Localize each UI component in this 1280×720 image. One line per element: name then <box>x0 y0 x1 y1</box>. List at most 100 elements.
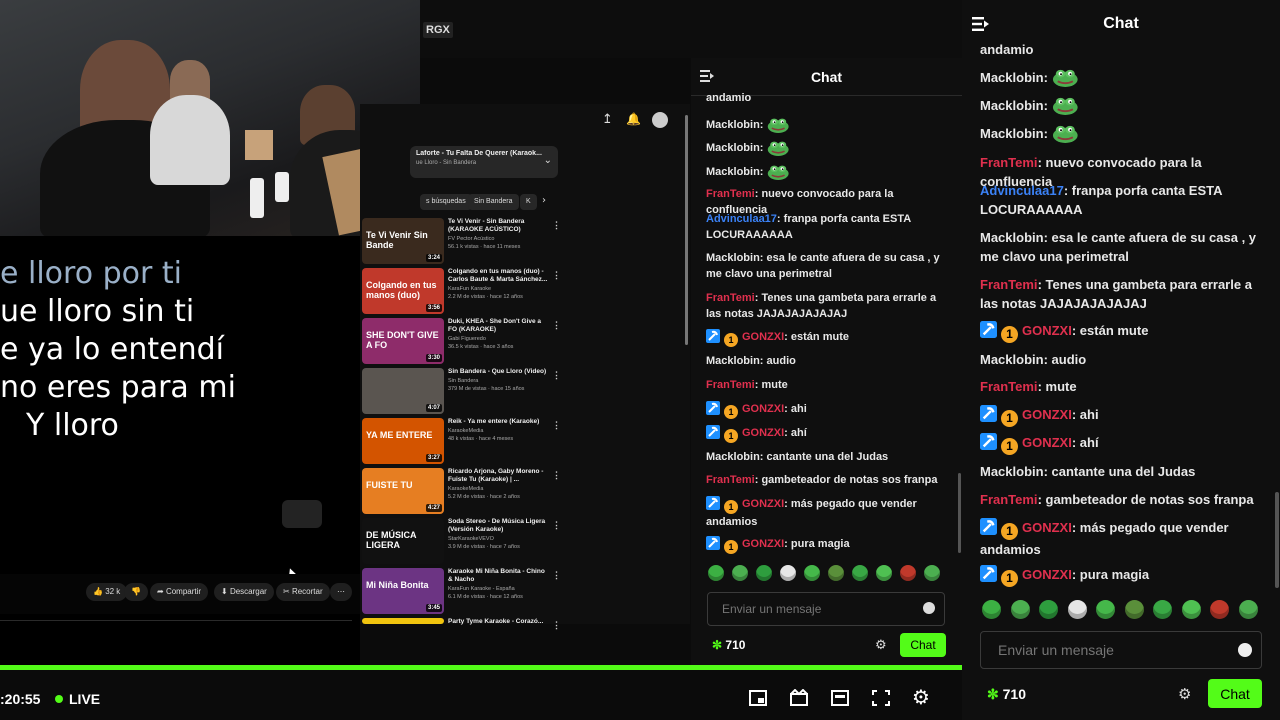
more-options-icon[interactable]: ⋮ <box>552 570 561 581</box>
emoji-picker-icon[interactable] <box>1238 643 1252 657</box>
video-channel[interactable]: KaraFun Karaoke - España <box>448 586 548 592</box>
clip-icon[interactable] <box>789 689 809 707</box>
chat-username[interactable]: GONZXI <box>742 538 784 550</box>
theater-mode-icon[interactable] <box>830 689 850 707</box>
frog-angry-emote[interactable] <box>1124 600 1144 619</box>
frog-sparkle-emote[interactable] <box>1153 600 1172 619</box>
chat-username[interactable]: Macklobin <box>706 142 760 154</box>
chat-username[interactable]: FranTemi <box>980 379 1038 394</box>
video-list-item[interactable]: FUISTE TU 4:27 Ricardo Arjona, Gaby Moreno… <box>362 468 562 514</box>
channel-points[interactable]: ✼ 710 <box>712 638 745 652</box>
video-list-item[interactable]: YA ME ENTERE 3:27 Reik - Ya me entere (Kar… <box>362 418 562 464</box>
video-thumbnail[interactable] <box>362 618 444 624</box>
frog-grin-emote[interactable] <box>982 600 1001 619</box>
chat-username[interactable]: Macklobin <box>980 70 1044 85</box>
chat-username[interactable]: Macklobin <box>980 98 1044 113</box>
video-list-item[interactable]: DE MÚSICA LIGERA Soda Stereo - De Música … <box>362 518 562 564</box>
frog-smile-emote[interactable] <box>1010 600 1030 619</box>
chat-username[interactable]: GONZXI <box>1022 323 1072 338</box>
frog-cube-emote[interactable] <box>804 565 820 581</box>
video-title[interactable]: Party Tyme Karaoke - Corazó... <box>448 618 548 626</box>
video-list-item[interactable]: 4:07 Sin Bandera - Que Lloro (Video) Sin B… <box>362 368 562 414</box>
video-channel[interactable]: StarKaraokeVEVO <box>448 536 548 542</box>
video-title[interactable]: Soda Stereo - De Música Ligera (Versión … <box>448 518 548 534</box>
chip[interactable]: K <box>520 194 537 210</box>
upload-icon[interactable]: ↥ <box>602 112 613 127</box>
avatar[interactable] <box>652 112 668 128</box>
chat-username[interactable]: FranTemi <box>706 474 755 486</box>
frog-clown-emote[interactable] <box>1067 600 1087 619</box>
frog-clown-emote[interactable] <box>780 565 796 581</box>
frog-hat-emote[interactable] <box>900 565 916 581</box>
chat-input-box[interactable] <box>707 592 945 626</box>
video-thumbnail[interactable]: Te Vi Venir Sin Bande 3:24 <box>362 218 444 264</box>
frog-happy-emote[interactable] <box>1039 600 1058 619</box>
send-chat-button[interactable]: Chat <box>900 633 946 657</box>
video-title[interactable]: Sin Bandera - Que Lloro (Video) <box>448 368 548 376</box>
chat-username[interactable]: Advinculaa17 <box>706 213 777 225</box>
frog-hug-emote[interactable] <box>876 565 892 581</box>
chat-username[interactable]: Macklobin <box>706 355 760 367</box>
video-channel[interactable]: FV Pector Acústico <box>448 236 548 242</box>
more-options-icon[interactable]: ⋮ <box>552 370 561 381</box>
video-title[interactable]: Karaoke Mi Niña Bonita - Chino & Nacho <box>448 568 548 584</box>
frog-hug-emote[interactable] <box>1181 600 1201 619</box>
scrollbar[interactable] <box>1275 492 1279 588</box>
chevron-down-icon[interactable]: ⌄ <box>544 155 552 166</box>
video-title[interactable]: Colgando en tus manos (duo) - Carlos Bau… <box>448 268 548 284</box>
chat-username[interactable]: FranTemi <box>706 379 755 391</box>
chat-username[interactable]: FranTemi <box>980 277 1038 292</box>
video-thumbnail[interactable]: Colgando en tus manos (duo) 3:56 <box>362 268 444 314</box>
frog-hat-emote[interactable] <box>1210 600 1229 619</box>
frog-smirk-emote[interactable] <box>924 565 940 581</box>
playlist-header[interactable]: Laforte - Tu Falta De Querer (Karaok... … <box>410 146 558 178</box>
share-button[interactable]: ➦ Compartir <box>150 583 209 601</box>
fullscreen-icon[interactable] <box>871 689 891 707</box>
chat-input[interactable] <box>998 642 1218 658</box>
chat-username[interactable]: Macklobin <box>980 230 1044 245</box>
more-options-icon[interactable]: ⋮ <box>552 470 561 481</box>
emoji-picker-icon[interactable] <box>923 602 935 614</box>
chat-username[interactable]: Macklobin <box>706 119 760 131</box>
chat-input-box[interactable] <box>980 631 1262 669</box>
video-title[interactable]: Ricardo Arjona, Gaby Moreno - Fuiste Tu … <box>448 468 548 484</box>
video-thumbnail[interactable]: FUISTE TU 4:27 <box>362 468 444 514</box>
video-list-item[interactable]: Colgando en tus manos (duo) 3:56 Colgando … <box>362 268 562 314</box>
chat-username[interactable]: GONZXI <box>1022 407 1072 422</box>
more-actions-button[interactable]: ⋯ <box>330 583 352 601</box>
scrollbar[interactable] <box>685 115 688 345</box>
chat-username[interactable]: GONZXI <box>742 403 784 415</box>
video-thumbnail[interactable]: DE MÚSICA LIGERA <box>362 518 444 564</box>
frog-grin-emote[interactable] <box>708 565 724 581</box>
chat-username[interactable]: Macklobin <box>706 252 760 264</box>
video-channel[interactable]: KaraokeMedia <box>448 428 548 434</box>
download-button[interactable]: ⬇ Descargar <box>214 583 274 601</box>
video-list-item[interactable]: Party Tyme Karaoke - Corazó... ⋮ <box>362 618 562 630</box>
chat-username[interactable]: FranTemi <box>980 155 1038 170</box>
chip[interactable]: Sin Bandera <box>468 194 519 210</box>
chat-username[interactable]: FranTemi <box>706 188 755 200</box>
chip[interactable]: s búsquedas <box>420 194 472 210</box>
video-channel[interactable]: Gabi Figueredo <box>448 336 548 342</box>
send-chat-button[interactable]: Chat <box>1208 679 1262 708</box>
gear-icon[interactable]: ⚙ <box>1178 685 1191 703</box>
video-list-item[interactable]: Te Vi Venir Sin Bande 3:24 Te Vi Venir - S… <box>362 218 562 264</box>
clip-button[interactable]: ✂ Recortar <box>276 583 330 601</box>
live-label[interactable]: LIVE <box>69 691 100 707</box>
chat-username[interactable]: GONZXI <box>1022 520 1072 535</box>
chat-username[interactable]: GONZXI <box>742 427 784 439</box>
video-title[interactable]: Reik - Ya me entere (Karaoke) <box>448 418 548 426</box>
channel-points[interactable]: ✼ 710 <box>987 686 1026 703</box>
more-options-icon[interactable]: ⋮ <box>552 220 561 231</box>
video-thumbnail[interactable]: SHE DON'T GIVE A FO 3:30 <box>362 318 444 364</box>
more-options-icon[interactable]: ⋮ <box>552 320 561 331</box>
chat-username[interactable]: FranTemi <box>980 492 1038 507</box>
frog-sparkle-emote[interactable] <box>852 565 868 581</box>
chat-username[interactable]: Macklobin <box>706 451 760 463</box>
chat-username[interactable]: GONZXI <box>742 331 784 343</box>
chat-username[interactable]: FranTemi <box>706 292 755 304</box>
chat-input[interactable] <box>722 602 912 616</box>
video-title[interactable]: Te Vi Venir - Sin Bandera (KARAOKE ACÚST… <box>448 218 548 234</box>
notifications-icon[interactable]: 🔔 <box>626 112 641 126</box>
video-list-item[interactable]: SHE DON'T GIVE A FO 3:30 Duki, KHEA - She … <box>362 318 562 364</box>
